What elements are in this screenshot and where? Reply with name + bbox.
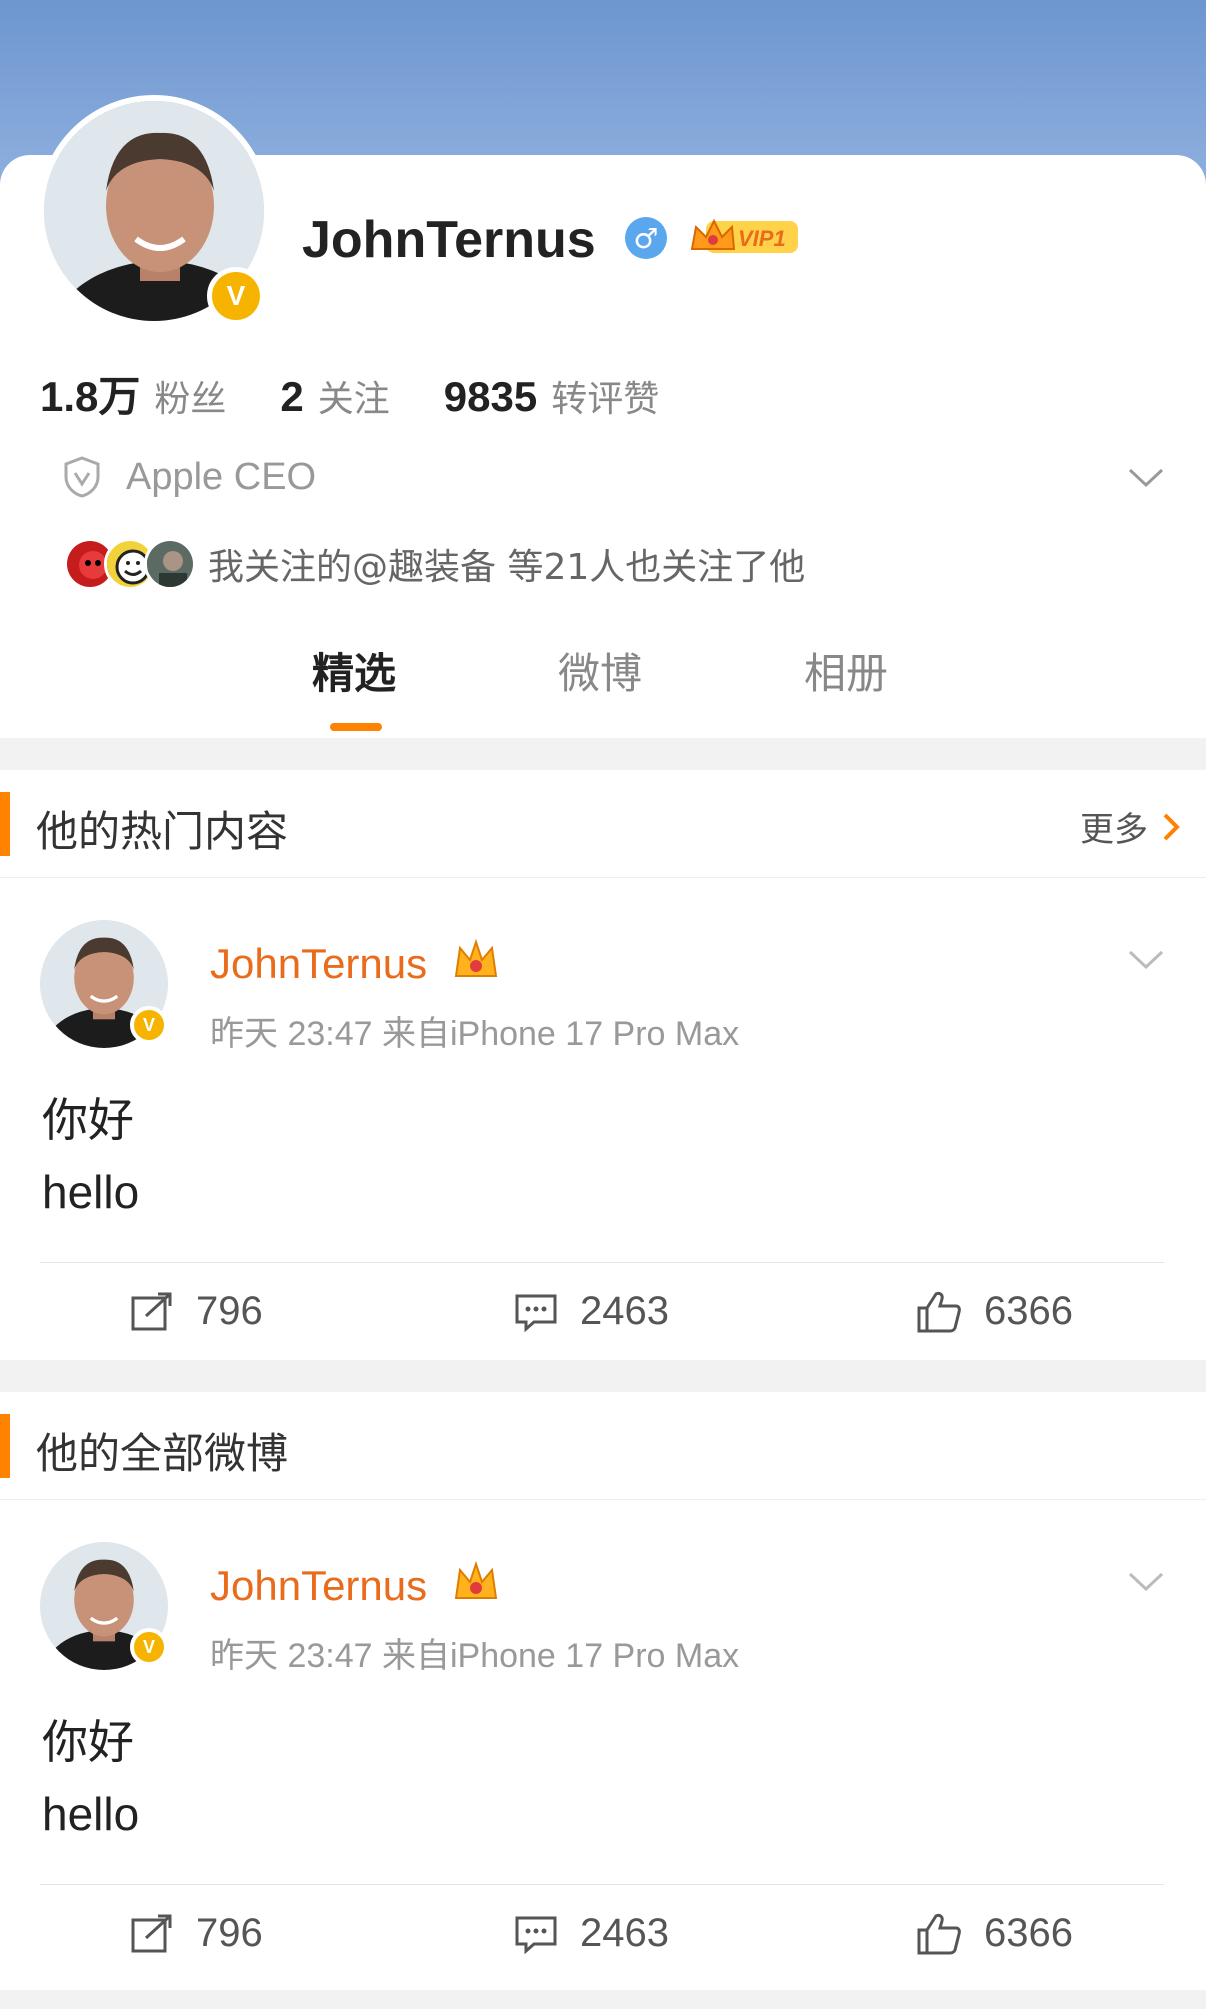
comment-button[interactable]: 2463 bbox=[514, 1911, 669, 1956]
repost-count: 796 bbox=[196, 1911, 263, 1955]
male-icon: ♂ bbox=[625, 217, 667, 259]
post-card[interactable]: V JohnTernus 昨天 23:47 来自iPhone 17 Pro Ma… bbox=[0, 878, 1206, 1368]
like-count: 6366 bbox=[984, 1911, 1073, 1955]
profile-tabs: 精选 微博 相册 bbox=[0, 640, 1206, 738]
following-label[interactable]: 关注 bbox=[318, 370, 390, 422]
like-button[interactable]: 6366 bbox=[916, 1911, 1073, 1956]
mutual-followers[interactable]: 我关注的@趣装备 等21人也关注了他 bbox=[64, 538, 805, 590]
thumbs-up-icon bbox=[917, 1291, 961, 1332]
shield-icon bbox=[64, 456, 100, 498]
post-text-line: 你好 bbox=[42, 1094, 134, 1146]
chevron-right-icon bbox=[1163, 813, 1180, 840]
vip-badge-icon[interactable]: VIP1 bbox=[688, 215, 800, 259]
verified-badge: V bbox=[207, 267, 265, 325]
post-meta: 昨天 23:47 来自iPhone 17 Pro Max bbox=[210, 1637, 740, 1675]
interactions-label: 转评赞 bbox=[551, 379, 660, 420]
following-count[interactable]: 2 bbox=[280, 373, 303, 421]
chevron-down-icon[interactable] bbox=[1128, 468, 1164, 488]
vip-crown-icon bbox=[454, 938, 498, 977]
profile-stats: 1.8万 粉丝 2 关注 9835 转评赞 bbox=[40, 363, 713, 424]
chevron-down-icon[interactable] bbox=[1128, 950, 1164, 970]
hot-content-section: 他的热门内容 更多 V JohnTernus 昨天 23:47 来自iPhone… bbox=[0, 770, 1206, 1360]
repost-icon bbox=[131, 1914, 172, 1952]
comment-count: 2463 bbox=[580, 1911, 669, 1955]
section-accent-bar bbox=[0, 1414, 10, 1478]
post-verified-badge: V bbox=[130, 1006, 168, 1044]
repost-count: 796 bbox=[196, 1289, 263, 1333]
followers-count[interactable]: 1.8万 bbox=[40, 363, 140, 424]
interactions-count: 9835 bbox=[443, 373, 538, 420]
bio-text: Apple CEO bbox=[126, 455, 317, 498]
post-author[interactable]: JohnTernus bbox=[210, 1562, 427, 1610]
comment-button[interactable]: 2463 bbox=[514, 1289, 669, 1334]
section-accent-bar bbox=[0, 792, 10, 856]
post-text: 你好 hello bbox=[42, 1084, 139, 1228]
svg-text:VIP1: VIP1 bbox=[738, 226, 786, 251]
tab-active-indicator bbox=[330, 723, 382, 731]
chevron-down-icon[interactable] bbox=[1128, 1572, 1164, 1592]
followers-label[interactable]: 粉丝 bbox=[154, 370, 226, 422]
post-author[interactable]: JohnTernus bbox=[210, 940, 427, 988]
post-text-line: hello bbox=[42, 1166, 140, 1218]
repost-icon bbox=[131, 1292, 172, 1330]
profile-username: JohnTernus bbox=[302, 211, 596, 269]
like-button[interactable]: 6366 bbox=[916, 1289, 1073, 1334]
bio-row[interactable]: Apple CEO bbox=[62, 455, 316, 499]
section-title: 他的热门内容 bbox=[36, 807, 289, 856]
thumbs-up-icon bbox=[917, 1913, 961, 1954]
post-meta: 昨天 23:47 来自iPhone 17 Pro Max bbox=[210, 1015, 740, 1053]
section-header: 他的全部微博 bbox=[0, 1392, 1206, 1500]
tab-weibo[interactable]: 微博 bbox=[558, 640, 642, 701]
mutual-avatar-3 bbox=[144, 538, 196, 590]
comment-icon bbox=[515, 1294, 557, 1332]
section-title: 他的全部微博 bbox=[36, 1429, 289, 1478]
comment-count: 2463 bbox=[580, 1289, 669, 1333]
tab-featured[interactable]: 精选 bbox=[312, 640, 396, 701]
more-button[interactable]: 更多 bbox=[1080, 802, 1180, 851]
repost-button[interactable]: 796 bbox=[130, 1289, 263, 1334]
tab-album[interactable]: 相册 bbox=[804, 640, 888, 701]
section-header: 他的热门内容 更多 bbox=[0, 770, 1206, 878]
post-actions: 796 2463 6366 bbox=[0, 1263, 1206, 1368]
all-weibo-section: 他的全部微博 V JohnTernus 昨天 23:47 来自iPhone 17… bbox=[0, 1392, 1206, 1990]
post-verified-badge: V bbox=[130, 1628, 168, 1666]
like-count: 6366 bbox=[984, 1289, 1073, 1333]
post-text: 你好 hello bbox=[42, 1706, 139, 1850]
post-text-line: 你好 bbox=[42, 1716, 134, 1768]
more-label: 更多 bbox=[1080, 810, 1148, 850]
post-card[interactable]: V JohnTernus 昨天 23:47 来自iPhone 17 Pro Ma… bbox=[0, 1500, 1206, 1990]
vip-crown-icon bbox=[454, 1560, 498, 1599]
comment-icon bbox=[515, 1916, 557, 1954]
post-actions: 796 2463 6366 bbox=[0, 1885, 1206, 1990]
post-text-line: hello bbox=[42, 1788, 140, 1840]
mutual-text: 我关注的@趣装备 等21人也关注了他 bbox=[208, 547, 806, 588]
repost-button[interactable]: 796 bbox=[130, 1911, 263, 1956]
